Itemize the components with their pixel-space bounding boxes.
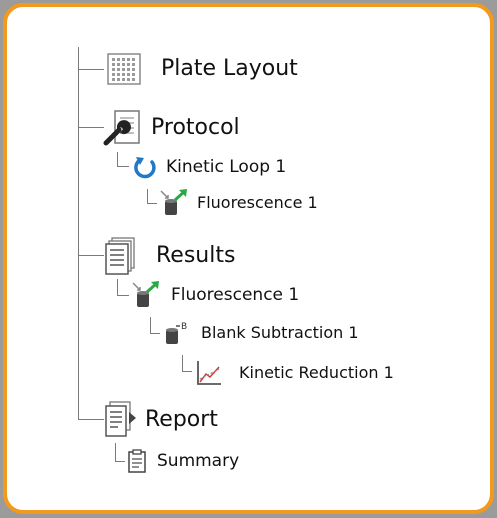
tree-item-label: Kinetic Loop 1 [166,156,287,177]
experiment-tree-panel: Plate Layout Protocol Kinetic Loop 1 Flu… [3,3,494,514]
tree-item-label: Plate Layout [161,56,298,81]
tree-line-fluor-results [117,295,129,296]
tree-item-summary[interactable]: Summary [127,449,239,473]
clipboard-icon [127,449,147,473]
kinetic-chart-icon [195,359,223,387]
tree-item-plate-layout[interactable]: Plate Layout [107,53,298,85]
fluorescence-icon [131,281,161,309]
tree-item-kinetic-loop[interactable]: Kinetic Loop 1 [132,155,286,179]
tree-line-report [78,419,104,420]
fluorescence-icon [159,189,189,217]
tree-item-report[interactable]: Report [103,401,218,439]
tree-item-kinetic-reduction[interactable]: Kinetic Reduction 1 [195,359,394,387]
tree-item-blank-subtraction[interactable]: B Blank Subtraction 1 [163,320,359,346]
tree-item-label: Fluorescence 1 [197,193,318,212]
tree-item-results[interactable]: Results [104,237,235,275]
tree-line-root [78,47,79,419]
tree-line-protocol [78,127,104,128]
tree-line-fluor-child [150,317,151,333]
tree-line-fluor-protocol [147,203,157,204]
tree-item-fluorescence-protocol[interactable]: Fluorescence 1 [159,189,318,217]
loop-arrow-icon [132,155,158,179]
tree-line-loop [117,166,129,167]
wrench-document-icon [103,109,143,147]
svg-text:B: B [181,322,187,332]
tree-line-results [78,255,104,256]
tree-item-label: Blank Subtraction 1 [201,323,359,342]
tree-line-loop-child [147,189,148,203]
report-document-icon [103,401,139,439]
tree-line-kinetic-reduction [182,371,192,372]
grid-plate-icon [107,53,141,85]
tree-line-blank-child [182,355,183,371]
tree-item-label: Report [145,407,218,432]
tree-item-label: Fluorescence 1 [171,284,300,305]
tree-item-fluorescence-results[interactable]: Fluorescence 1 [131,281,299,309]
tree-line-report-child [115,443,116,461]
tree-line-protocol-child [117,152,118,166]
blank-subtraction-icon: B [163,320,189,346]
frame-background: Plate Layout Protocol Kinetic Loop 1 Flu… [0,0,497,518]
tree-item-label: Results [156,243,236,268]
tree-item-label: Protocol [151,115,240,140]
tree-line-blank [150,333,160,334]
tree-line-summary [115,461,125,462]
tree-line-results-child [117,279,118,295]
tree-line-plate [78,69,104,70]
tree-item-label: Kinetic Reduction 1 [239,363,394,382]
tree-item-protocol[interactable]: Protocol [103,109,240,147]
stacked-documents-icon [104,237,138,275]
tree-item-label: Summary [157,450,240,471]
